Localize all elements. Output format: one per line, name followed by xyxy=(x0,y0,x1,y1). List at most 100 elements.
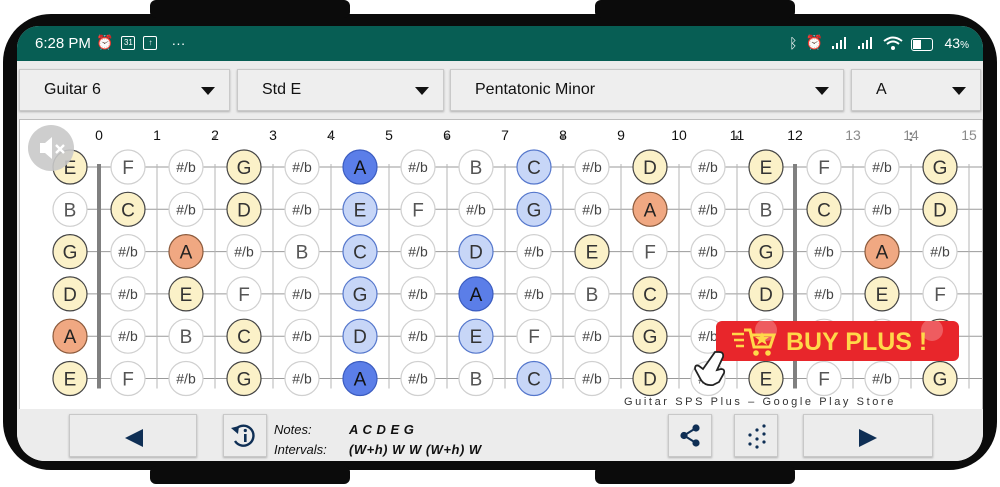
fret-inlay-marker: • xyxy=(445,130,449,144)
more-notifications-icon: ··· xyxy=(171,34,186,51)
note-label: #/b xyxy=(292,328,312,344)
note-label: #/b xyxy=(930,244,950,260)
note-label: #/b xyxy=(408,159,428,175)
fret-number: 0 xyxy=(95,127,103,143)
status-right-icons: ᛒ ⏰ xyxy=(789,34,903,51)
instrument-dropdown[interactable]: Guitar 6 xyxy=(19,69,230,111)
share-icon xyxy=(680,424,700,447)
hand-pointer-icon xyxy=(694,351,726,387)
fretboard-panel: 0123456789101112131415•••••:••EF#/bG#/bA… xyxy=(19,119,983,411)
fret-number: 3 xyxy=(269,127,277,143)
note-label: C xyxy=(643,285,657,306)
note-label: #/b xyxy=(292,159,312,175)
note-label: F xyxy=(818,158,830,179)
alarm-icon: ⏰ xyxy=(96,34,114,50)
note-label: #/b xyxy=(582,201,602,217)
note-label: #/b xyxy=(176,201,196,217)
bluetooth-icon: ᛒ xyxy=(789,34,798,51)
fret-inlay-marker: • xyxy=(735,130,739,144)
chevron-down-icon xyxy=(815,87,829,95)
fret-number: 7 xyxy=(501,127,509,143)
bottom-bar: Notes: Intervals: A C D E G (W+h) W W (W… xyxy=(17,409,983,461)
note-label: G xyxy=(63,243,78,264)
upload-icon: ↑ xyxy=(143,35,158,50)
note-label: G xyxy=(759,243,774,264)
note-label: A xyxy=(470,285,483,306)
next-button[interactable] xyxy=(803,414,933,457)
note-label: #/b xyxy=(698,159,718,175)
note-label: B xyxy=(470,370,483,391)
fretboard[interactable]: 0123456789101112131415•••••:••EF#/bG#/bA… xyxy=(20,120,982,410)
previous-button[interactable] xyxy=(69,414,197,457)
note-label: #/b xyxy=(524,286,544,302)
note-label: C xyxy=(237,327,251,348)
note-label: #/b xyxy=(118,286,138,302)
dots-button[interactable] xyxy=(734,414,778,457)
note-label: B xyxy=(586,285,599,306)
note-label: D xyxy=(237,200,251,221)
note-label: B xyxy=(180,327,193,348)
note-label: #/b xyxy=(698,286,718,302)
wifi-icon xyxy=(883,36,903,50)
note-label: A xyxy=(354,158,367,179)
tuning-dropdown[interactable]: Std E xyxy=(237,69,444,111)
note-label: D xyxy=(933,200,947,221)
fret-inlay-marker: • xyxy=(213,130,217,144)
calendar-icon: 31 xyxy=(121,35,136,50)
note-label: G xyxy=(353,285,368,306)
status-left-icons: ⏰ 31 ↑ ··· xyxy=(96,34,185,51)
note-label: C xyxy=(817,200,831,221)
note-label: F xyxy=(644,243,656,264)
note-label: D xyxy=(353,327,367,348)
note-label: #/b xyxy=(408,328,428,344)
note-label: B xyxy=(760,200,773,221)
dots-icon xyxy=(748,424,766,449)
note-label: G xyxy=(643,327,658,348)
note-label: F xyxy=(122,370,134,391)
note-label: #/b xyxy=(582,328,602,344)
note-label: E xyxy=(760,370,773,391)
cart-icon xyxy=(732,328,777,356)
intervals-label: Intervals: xyxy=(274,442,327,457)
note-label: E xyxy=(760,158,773,179)
note-label: A xyxy=(64,327,77,348)
note-label: F xyxy=(122,158,134,179)
battery-percent: 43% xyxy=(944,35,969,51)
note-label: #/b xyxy=(292,371,312,387)
note-label: B xyxy=(296,243,309,264)
note-label: #/b xyxy=(176,371,196,387)
chevron-down-icon xyxy=(415,87,429,95)
note-label: #/b xyxy=(292,201,312,217)
fret-number: 15 xyxy=(961,127,977,143)
note-label: #/b xyxy=(698,328,718,344)
fret-number: 12 xyxy=(787,127,803,143)
note-label: #/b xyxy=(814,244,834,260)
key-dropdown[interactable]: A xyxy=(851,69,981,111)
note-label: #/b xyxy=(176,159,196,175)
note-label: B xyxy=(470,158,483,179)
note-label: G xyxy=(933,370,948,391)
share-button[interactable] xyxy=(668,414,712,457)
note-label: F xyxy=(528,327,540,348)
note-label: #/b xyxy=(118,244,138,260)
fret-number: 1 xyxy=(153,127,161,143)
buy-plus-button[interactable]: BUY PLUS ! xyxy=(716,321,959,361)
note-label: #/b xyxy=(524,244,544,260)
note-label: #/b xyxy=(872,201,892,217)
note-label: F xyxy=(934,285,946,306)
note-label: #/b xyxy=(698,244,718,260)
note-label: #/b xyxy=(872,371,892,387)
scale-dropdown[interactable]: Pentatonic Minor xyxy=(450,69,844,111)
note-label: #/b xyxy=(408,286,428,302)
key-dropdown-label: A xyxy=(876,81,887,98)
note-label: C xyxy=(353,243,367,264)
chevron-down-icon xyxy=(952,87,966,95)
note-label: F xyxy=(238,285,250,306)
fret-number: 9 xyxy=(617,127,625,143)
mute-button[interactable] xyxy=(28,125,74,171)
app-screen: 6:28 PM ⏰ 31 ↑ ··· ᛒ ⏰ 43% Guitar 6 Std … xyxy=(17,26,983,461)
fret-inlay-marker: : xyxy=(908,126,914,145)
note-label: #/b xyxy=(582,371,602,387)
rotate-info-button[interactable] xyxy=(223,414,267,457)
fret-number: 5 xyxy=(385,127,393,143)
